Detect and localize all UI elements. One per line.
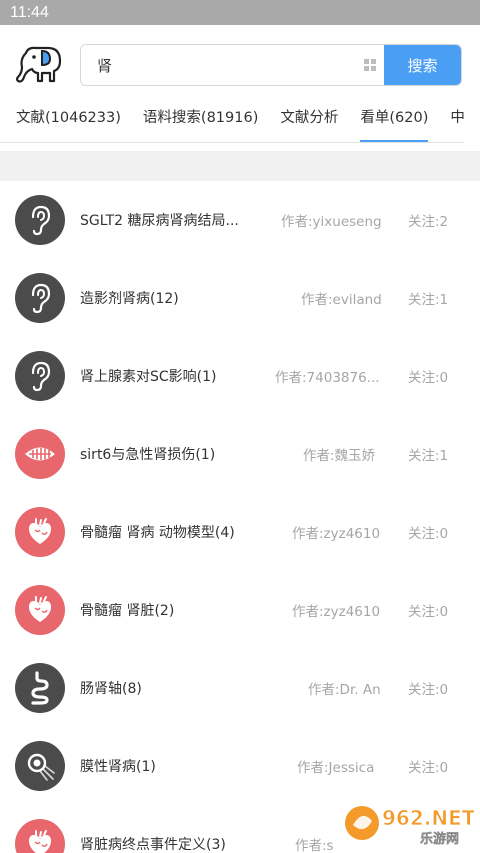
list-item-title: 膜性肾病(1) [80, 759, 156, 775]
search-input[interactable] [81, 45, 356, 85]
tab-literature[interactable]: 文献(1046233) [16, 105, 121, 142]
list-item-follow-count: 关注:0 [408, 682, 449, 698]
heart-icon [15, 507, 65, 557]
search-box: 搜索 [80, 44, 462, 86]
watchlist-list: SGLT2 糖尿病肾病结局... 作者:yixueseng 关注:2 造影剂肾病… [0, 181, 480, 853]
list-item-author: 作者:yixueseng [281, 214, 382, 230]
ear-icon [15, 351, 65, 401]
watermark-logo: 962.NET 乐游网 [345, 806, 474, 847]
list-item-follow-count: 关注:0 [408, 604, 449, 620]
list-item-title: 肾上腺素对SC影响(1) [80, 369, 217, 385]
status-bar: 11:44 [0, 0, 480, 25]
list-item-author: 作者:7403876... [275, 370, 380, 386]
list-item[interactable]: SGLT2 糖尿病肾病结局... 作者:yixueseng 关注:2 [0, 181, 480, 259]
list-item[interactable]: 造影剂肾病(12) 作者:eviland 关注:1 [0, 259, 480, 337]
tab-watchlist[interactable]: 看单(620) [360, 105, 429, 142]
search-button[interactable]: 搜索 [384, 45, 461, 85]
heart-icon [15, 819, 65, 853]
list-item-author: 作者:Jessica [297, 760, 375, 776]
list-item-author: 作者:Dr. An [308, 682, 381, 698]
list-item-title: sirt6与急性肾损伤(1) [80, 447, 216, 463]
tab-corpus-search[interactable]: 语料搜索(81916) [143, 105, 258, 142]
list-item-title: 肾脏病终点事件定义(3) [80, 837, 226, 853]
tab-literature-analysis[interactable]: 文献分析 [280, 105, 338, 142]
scan-grid-icon[interactable] [356, 45, 384, 85]
elephant-logo-icon[interactable] [12, 43, 64, 87]
ear-icon [15, 273, 65, 323]
header: 搜索 [0, 25, 480, 105]
cell-icon [15, 741, 65, 791]
list-item-title: SGLT2 糖尿病肾病结局... [80, 213, 239, 229]
list-item[interactable]: sirt6与急性肾损伤(1) 作者:魏玉娇 关注:1 [0, 415, 480, 493]
list-item[interactable]: 膜性肾病(1) 作者:Jessica 关注:0 [0, 727, 480, 805]
list-item[interactable]: 肠肾轴(8) 作者:Dr. An 关注:0 [0, 649, 480, 727]
ear-icon [15, 195, 65, 245]
teeth-icon [15, 429, 65, 479]
list-item-author: 作者:魏玉娇 [303, 448, 376, 464]
heart-icon [15, 585, 65, 635]
list-item[interactable]: 骨髓瘤 肾病 动物模型(4) 作者:zyz4610 关注:0 [0, 493, 480, 571]
list-item-author: 作者:s [295, 838, 334, 853]
list-item-follow-count: 关注:2 [408, 214, 449, 230]
list-item[interactable]: 骨髓瘤 肾脏(2) 作者:zyz4610 关注:0 [0, 571, 480, 649]
list-item-follow-count: 关注:0 [408, 760, 449, 776]
tab-china[interactable]: 中国 [450, 105, 464, 142]
list-item-author: 作者:zyz4610 [292, 604, 381, 620]
intestine-icon [15, 663, 65, 713]
list-item-author: 作者:zyz4610 [292, 526, 381, 542]
list-item-follow-count: 关注:0 [408, 526, 449, 542]
list-item-follow-count: 关注:0 [408, 370, 449, 386]
list-item-title: 造影剂肾病(12) [80, 291, 179, 307]
watermark-text: 962.NET [382, 806, 474, 830]
tab-bar: 文献(1046233) 语料搜索(81916) 文献分析 看单(620) 中国 [0, 105, 464, 143]
status-time: 11:44 [10, 4, 49, 21]
list-item-follow-count: 关注:1 [408, 292, 449, 308]
list-item-title: 肠肾轴(8) [80, 681, 142, 697]
list-item-title: 骨髓瘤 肾病 动物模型(4) [80, 525, 235, 541]
list-item[interactable]: 肾上腺素对SC影响(1) 作者:7403876... 关注:0 [0, 337, 480, 415]
list-item-author: 作者:eviland [301, 292, 382, 308]
list-item-follow-count: 关注:1 [408, 448, 449, 464]
section-divider [0, 151, 480, 181]
list-item-title: 骨髓瘤 肾脏(2) [80, 603, 175, 619]
watermark-subtext: 乐游网 [420, 831, 459, 847]
